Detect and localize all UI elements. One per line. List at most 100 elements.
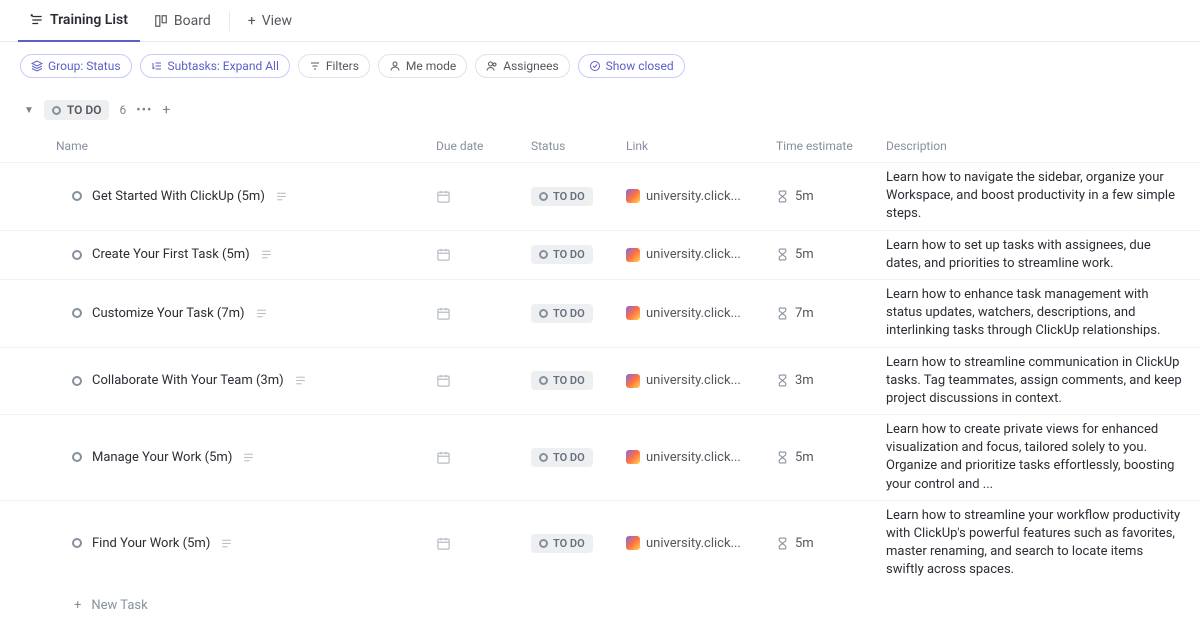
tab-training-list[interactable]: Training List (18, 0, 140, 42)
time-estimate-cell[interactable]: 5m (770, 189, 880, 204)
status-cell[interactable]: TO DO (525, 371, 620, 390)
due-date-cell[interactable] (430, 450, 525, 465)
status-label: TO DO (553, 307, 585, 320)
col-link[interactable]: Link (620, 139, 770, 153)
col-name[interactable]: Name (50, 139, 430, 153)
subtasks-icon (151, 60, 163, 72)
time-estimate-cell[interactable]: 7m (770, 306, 880, 321)
description-cell[interactable]: Learn how to set up tasks with assignees… (880, 231, 1190, 279)
col-time-estimate[interactable]: Time estimate (770, 139, 880, 153)
link-text: university.click... (646, 247, 741, 262)
status-cell[interactable]: TO DO (525, 448, 620, 467)
col-status[interactable]: Status (525, 139, 620, 153)
new-task-label: New Task (91, 598, 147, 613)
task-name[interactable]: Customize Your Task (7m) (92, 306, 245, 321)
table-row[interactable]: Create Your First Task (5m) TO DO univer… (0, 230, 1200, 279)
status-label: TO DO (553, 190, 585, 203)
link-cell[interactable]: university.click... (620, 306, 770, 321)
plus-icon: + (248, 13, 256, 29)
status-cell[interactable]: TO DO (525, 534, 620, 553)
status-circle-icon[interactable] (72, 538, 82, 548)
group-filter[interactable]: Group: Status (20, 54, 132, 78)
table-row[interactable]: Customize Your Task (7m) TO DO universit… (0, 279, 1200, 347)
show-closed-button[interactable]: Show closed (578, 54, 685, 78)
task-name[interactable]: Find Your Work (5m) (92, 536, 210, 551)
description-icon[interactable] (220, 537, 233, 550)
task-name[interactable]: Collaborate With Your Team (3m) (92, 373, 284, 388)
clickup-logo-icon (626, 189, 640, 203)
table-row[interactable]: Collaborate With Your Team (3m) TO DO un… (0, 347, 1200, 415)
tab-add-view[interactable]: + View (236, 0, 304, 42)
calendar-icon (436, 247, 451, 262)
task-name[interactable]: Create Your First Task (5m) (92, 247, 250, 262)
status-badge: TO DO (531, 448, 593, 467)
more-icon[interactable]: ••• (136, 103, 152, 118)
time-estimate-cell[interactable]: 5m (770, 247, 880, 262)
filters-button[interactable]: Filters (298, 54, 370, 78)
status-cell[interactable]: TO DO (525, 304, 620, 323)
clickup-logo-icon (626, 450, 640, 464)
link-cell[interactable]: university.click... (620, 450, 770, 465)
status-cell[interactable]: TO DO (525, 187, 620, 206)
calendar-icon (436, 373, 451, 388)
time-estimate-cell[interactable]: 3m (770, 373, 880, 388)
tab-label: Training List (50, 12, 128, 28)
col-description[interactable]: Description (880, 139, 1190, 153)
description-icon[interactable] (275, 190, 288, 203)
description-icon[interactable] (242, 451, 255, 464)
table-row[interactable]: Manage Your Work (5m) TO DO university.c… (0, 414, 1200, 500)
time-estimate-cell[interactable]: 5m (770, 536, 880, 551)
status-circle-icon[interactable] (72, 250, 82, 260)
task-name-cell: Get Started With ClickUp (5m) (50, 189, 430, 204)
link-cell[interactable]: university.click... (620, 536, 770, 551)
description-cell[interactable]: Learn how to streamline communication in… (880, 348, 1190, 415)
tab-board[interactable]: Board (142, 0, 223, 42)
description-icon[interactable] (255, 307, 268, 320)
link-cell[interactable]: university.click... (620, 189, 770, 204)
task-name-cell: Find Your Work (5m) (50, 536, 430, 551)
table-header: Name Due date Status Link Time estimate … (0, 130, 1200, 162)
description-cell[interactable]: Learn how to streamline your workflow pr… (880, 501, 1190, 586)
task-name[interactable]: Get Started With ClickUp (5m) (92, 189, 265, 204)
description-icon[interactable] (294, 374, 307, 387)
clickup-logo-icon (626, 536, 640, 550)
pin-icon (154, 14, 168, 28)
new-task-button[interactable]: + New Task (0, 586, 1200, 625)
due-date-cell[interactable] (430, 247, 525, 262)
status-circle-icon (539, 539, 548, 548)
link-cell[interactable]: university.click... (620, 373, 770, 388)
status-label: TO DO (553, 374, 585, 387)
status-cell[interactable]: TO DO (525, 245, 620, 264)
description-cell[interactable]: Learn how to create private views for en… (880, 415, 1190, 500)
pill-label: Show closed (606, 59, 674, 73)
due-date-cell[interactable] (430, 373, 525, 388)
table-row[interactable]: Find Your Work (5m) TO DO university.cli… (0, 500, 1200, 586)
assignees-button[interactable]: Assignees (475, 54, 569, 78)
status-circle-icon (52, 106, 61, 115)
group-status-badge[interactable]: TO DO (44, 100, 110, 120)
hourglass-icon (776, 307, 789, 320)
due-date-cell[interactable] (430, 536, 525, 551)
time-estimate-cell[interactable]: 5m (770, 450, 880, 465)
chevron-down-icon[interactable]: ▼ (24, 105, 34, 116)
task-name-cell: Manage Your Work (5m) (50, 450, 430, 465)
status-circle-icon[interactable] (72, 308, 82, 318)
add-task-icon[interactable]: + (162, 102, 170, 118)
due-date-cell[interactable] (430, 189, 525, 204)
status-circle-icon[interactable] (72, 191, 82, 201)
me-mode-button[interactable]: Me mode (378, 54, 467, 78)
status-circle-icon[interactable] (72, 452, 82, 462)
status-circle-icon[interactable] (72, 376, 82, 386)
task-name[interactable]: Manage Your Work (5m) (92, 450, 232, 465)
link-cell[interactable]: university.click... (620, 247, 770, 262)
group-label: TO DO (67, 103, 102, 117)
due-date-cell[interactable] (430, 306, 525, 321)
description-cell[interactable]: Learn how to enhance task management wit… (880, 280, 1190, 347)
description-icon[interactable] (260, 248, 273, 261)
subtasks-filter[interactable]: Subtasks: Expand All (140, 54, 290, 78)
col-due-date[interactable]: Due date (430, 139, 525, 153)
table-row[interactable]: Get Started With ClickUp (5m) TO DO univ… (0, 162, 1200, 230)
group-count: 6 (119, 103, 126, 117)
time-value: 3m (795, 373, 814, 388)
description-cell[interactable]: Learn how to navigate the sidebar, organ… (880, 163, 1190, 230)
